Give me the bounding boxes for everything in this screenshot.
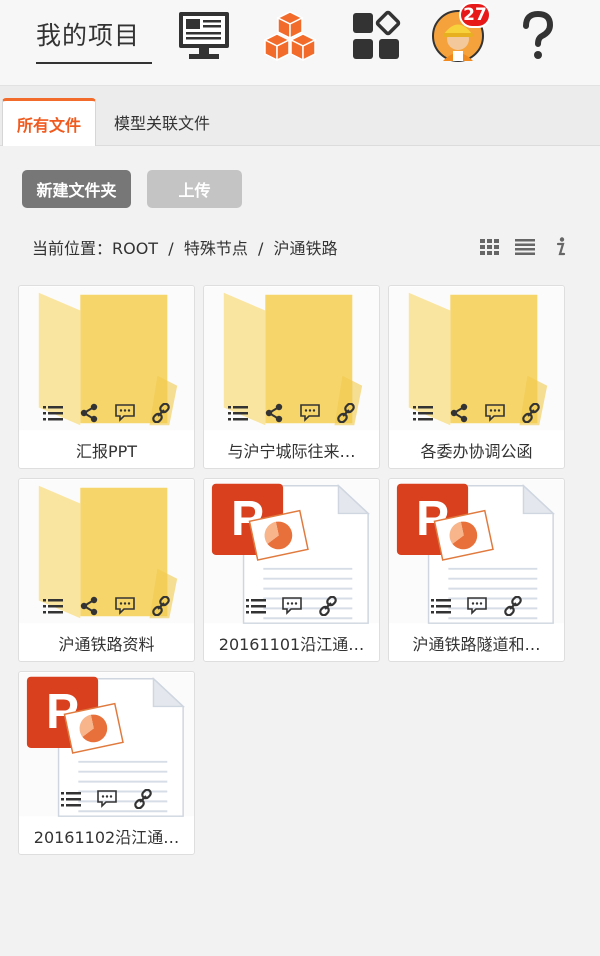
file-actions — [389, 591, 564, 621]
link-icon[interactable] — [333, 402, 359, 424]
comment-icon[interactable] — [482, 402, 508, 424]
list-details-icon[interactable] — [410, 402, 436, 424]
link-icon[interactable] — [315, 595, 341, 617]
share-icon[interactable] — [76, 402, 102, 424]
list-details-icon[interactable] — [225, 402, 251, 424]
dashboard-monitor-icon[interactable] — [176, 8, 232, 64]
file-name[interactable]: 沪通铁路资料 — [25, 631, 188, 655]
comment-icon[interactable] — [297, 402, 323, 424]
list-view-icon[interactable] — [514, 236, 536, 258]
link-icon[interactable] — [500, 595, 526, 617]
comment-icon[interactable] — [94, 788, 120, 810]
file-card-ppt[interactable]: P 20161101沿江通… — [203, 478, 380, 662]
tab-model-files[interactable]: 模型关联文件 — [100, 98, 224, 146]
file-actions — [19, 398, 194, 428]
file-actions — [204, 398, 379, 428]
share-icon[interactable] — [261, 402, 287, 424]
link-icon[interactable] — [518, 402, 544, 424]
breadcrumb: 当前位置：ROOT / 特殊节点 / 沪通铁路 — [32, 239, 338, 258]
share-icon[interactable] — [446, 402, 472, 424]
list-details-icon[interactable] — [40, 402, 66, 424]
file-card-folder[interactable]: 汇报PPT — [18, 285, 195, 469]
file-name[interactable]: 与沪宁城际往来… — [210, 438, 373, 462]
link-icon[interactable] — [148, 402, 174, 424]
file-name[interactable]: 沪通铁路隧道和… — [395, 631, 558, 655]
list-details-icon[interactable] — [428, 595, 454, 617]
comment-icon[interactable] — [279, 595, 305, 617]
file-actions — [389, 398, 564, 428]
new-folder-button[interactable]: 新建文件夹 — [22, 170, 131, 208]
file-name[interactable]: 20161101沿江通… — [210, 631, 373, 655]
link-icon[interactable] — [148, 595, 174, 617]
list-details-icon[interactable] — [40, 595, 66, 617]
file-actions — [19, 784, 194, 814]
list-details-icon[interactable] — [58, 788, 84, 810]
link-icon[interactable] — [130, 788, 156, 810]
info-icon[interactable] — [549, 236, 571, 258]
file-actions — [204, 591, 379, 621]
model-cubes-icon[interactable] — [262, 8, 318, 64]
file-card-folder[interactable]: 各委办协调公函 — [388, 285, 565, 469]
grid-view-icon[interactable] — [479, 236, 501, 258]
file-card-ppt[interactable]: P 沪通铁路隧道和… — [388, 478, 565, 662]
file-name[interactable]: 20161102沿江通… — [25, 824, 188, 848]
tab-bar: 所有文件 模型关联文件 — [0, 86, 600, 146]
apps-grid-icon[interactable] — [348, 8, 404, 64]
file-actions — [19, 591, 194, 621]
help-icon[interactable] — [510, 8, 566, 64]
page-title[interactable]: 我的项目 — [36, 16, 140, 52]
list-details-icon[interactable] — [243, 595, 269, 617]
title-underline — [36, 62, 152, 64]
comment-icon[interactable] — [112, 402, 138, 424]
file-card-ppt[interactable]: P 20161102沿江通… — [18, 671, 195, 855]
file-name[interactable]: 各委办协调公函 — [395, 438, 558, 462]
tab-all-files[interactable]: 所有文件 — [2, 98, 96, 146]
file-name[interactable]: 汇报PPT — [25, 438, 188, 462]
comment-icon[interactable] — [112, 595, 138, 617]
notification-badge: 27 — [459, 2, 491, 28]
top-header: 我的项目 27 — [0, 0, 600, 86]
file-card-folder[interactable]: 沪通铁路资料 — [18, 478, 195, 662]
share-icon[interactable] — [76, 595, 102, 617]
comment-icon[interactable] — [464, 595, 490, 617]
upload-button[interactable]: 上传 — [147, 170, 242, 208]
file-card-folder[interactable]: 与沪宁城际往来… — [203, 285, 380, 469]
